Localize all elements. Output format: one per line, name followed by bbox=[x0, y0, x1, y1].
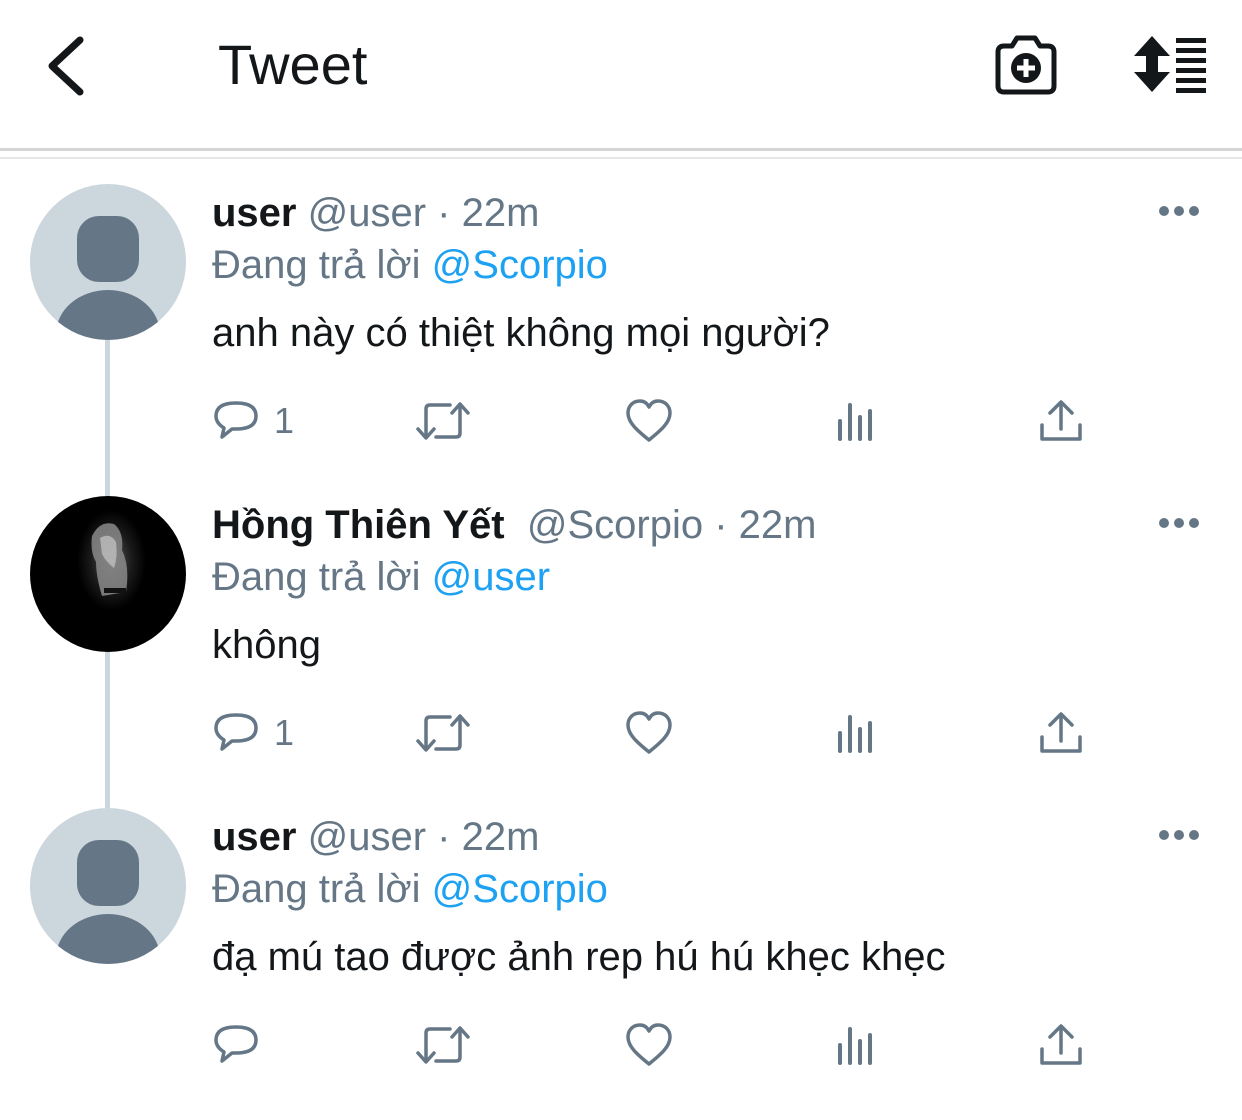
more-options-icon[interactable] bbox=[1158, 828, 1200, 842]
share-button[interactable] bbox=[1038, 396, 1084, 446]
like-button[interactable] bbox=[624, 396, 674, 446]
top-bar: Tweet bbox=[0, 0, 1242, 148]
separator-dot: · bbox=[437, 191, 451, 235]
retweet-button[interactable] bbox=[414, 708, 472, 758]
tweet-text: anh này có thiệt không mọi người? bbox=[212, 311, 830, 355]
chevron-left-icon[interactable] bbox=[40, 34, 96, 98]
replying-to: Đang trả lời @Scorpio bbox=[212, 864, 608, 914]
retweet-icon bbox=[416, 714, 470, 752]
bar-chart-icon bbox=[838, 1027, 872, 1065]
camera-plus-icon[interactable] bbox=[994, 34, 1058, 96]
heart-icon bbox=[626, 711, 672, 754]
reply-count: 1 bbox=[274, 400, 295, 441]
separator-dot: · bbox=[714, 503, 728, 547]
tweet[interactable]: user @user · 22m Đang trả lời @Scorpio đ… bbox=[0, 808, 1242, 1120]
reply-button[interactable] bbox=[212, 1020, 274, 1070]
bar-chart-icon bbox=[838, 403, 872, 441]
sort-list-icon[interactable] bbox=[1130, 34, 1210, 94]
reply-count: 1 bbox=[274, 712, 295, 753]
tweet-header: user @user · 22m bbox=[212, 188, 539, 238]
header-divider bbox=[0, 148, 1242, 151]
reply-icon bbox=[214, 401, 258, 439]
display-name[interactable]: user bbox=[212, 191, 297, 235]
analytics-button[interactable] bbox=[834, 1020, 878, 1070]
share-icon bbox=[1040, 400, 1082, 441]
reply-icon bbox=[214, 713, 258, 751]
retweet-button[interactable] bbox=[414, 1020, 472, 1070]
reply-prefix: Đang trả lời bbox=[212, 867, 421, 911]
default-avatar-icon bbox=[30, 808, 186, 964]
tweet[interactable]: Hồng Thiên Yết @Scorpio · 22m Đang trả l… bbox=[0, 496, 1242, 808]
share-icon bbox=[1040, 712, 1082, 753]
mention-link[interactable]: @Scorpio bbox=[432, 867, 608, 911]
tweet-header: Hồng Thiên Yết @Scorpio · 22m bbox=[212, 500, 816, 550]
mention-link[interactable]: @Scorpio bbox=[432, 243, 608, 287]
bar-chart-icon bbox=[838, 715, 872, 753]
user-handle: @Scorpio bbox=[526, 503, 704, 547]
analytics-button[interactable] bbox=[834, 708, 878, 758]
mention-link[interactable]: @user bbox=[432, 555, 550, 599]
reply-icon bbox=[214, 1025, 258, 1063]
analytics-button[interactable] bbox=[834, 396, 878, 446]
display-name[interactable]: Hồng Thiên Yết bbox=[212, 503, 505, 547]
display-name[interactable]: user bbox=[212, 815, 297, 859]
reply-button[interactable]: 1 bbox=[212, 708, 294, 758]
like-button[interactable] bbox=[624, 1020, 674, 1070]
share-icon bbox=[1040, 1024, 1082, 1065]
share-button[interactable] bbox=[1038, 708, 1084, 758]
tweet-text: không bbox=[212, 623, 321, 667]
tweet-text: đạ mú tao được ảnh rep hú hú khẹc khẹc bbox=[212, 935, 946, 979]
tweet[interactable]: user @user · 22m Đang trả lời @Scorpio a… bbox=[0, 184, 1242, 496]
reply-button[interactable]: 1 bbox=[212, 396, 294, 446]
share-button[interactable] bbox=[1038, 1020, 1084, 1070]
header-divider-shadow bbox=[0, 157, 1242, 159]
retweet-icon bbox=[416, 1026, 470, 1064]
replying-to: Đang trả lời @user bbox=[212, 552, 550, 602]
avatar[interactable] bbox=[30, 496, 186, 652]
page-title: Tweet bbox=[218, 33, 368, 96]
separator-dot: · bbox=[437, 815, 451, 859]
tweet-header: user @user · 22m bbox=[212, 812, 539, 862]
timestamp: 22m bbox=[738, 503, 817, 547]
more-options-icon[interactable] bbox=[1158, 516, 1200, 530]
user-handle: @user bbox=[307, 191, 427, 235]
reply-prefix: Đang trả lời bbox=[212, 243, 421, 287]
heart-icon bbox=[626, 1023, 672, 1066]
replying-to: Đang trả lời @Scorpio bbox=[212, 240, 608, 290]
reply-prefix: Đang trả lời bbox=[212, 555, 421, 599]
avatar[interactable] bbox=[30, 808, 186, 964]
heart-icon bbox=[626, 399, 672, 442]
avatar[interactable] bbox=[30, 184, 186, 340]
profile-photo-icon bbox=[30, 496, 186, 652]
retweet-icon bbox=[416, 402, 470, 440]
more-options-icon[interactable] bbox=[1158, 204, 1200, 218]
like-button[interactable] bbox=[624, 708, 674, 758]
timestamp: 22m bbox=[461, 815, 540, 859]
retweet-button[interactable] bbox=[414, 396, 472, 446]
user-handle: @user bbox=[307, 815, 427, 859]
timestamp: 22m bbox=[461, 191, 540, 235]
default-avatar-icon bbox=[30, 184, 186, 340]
